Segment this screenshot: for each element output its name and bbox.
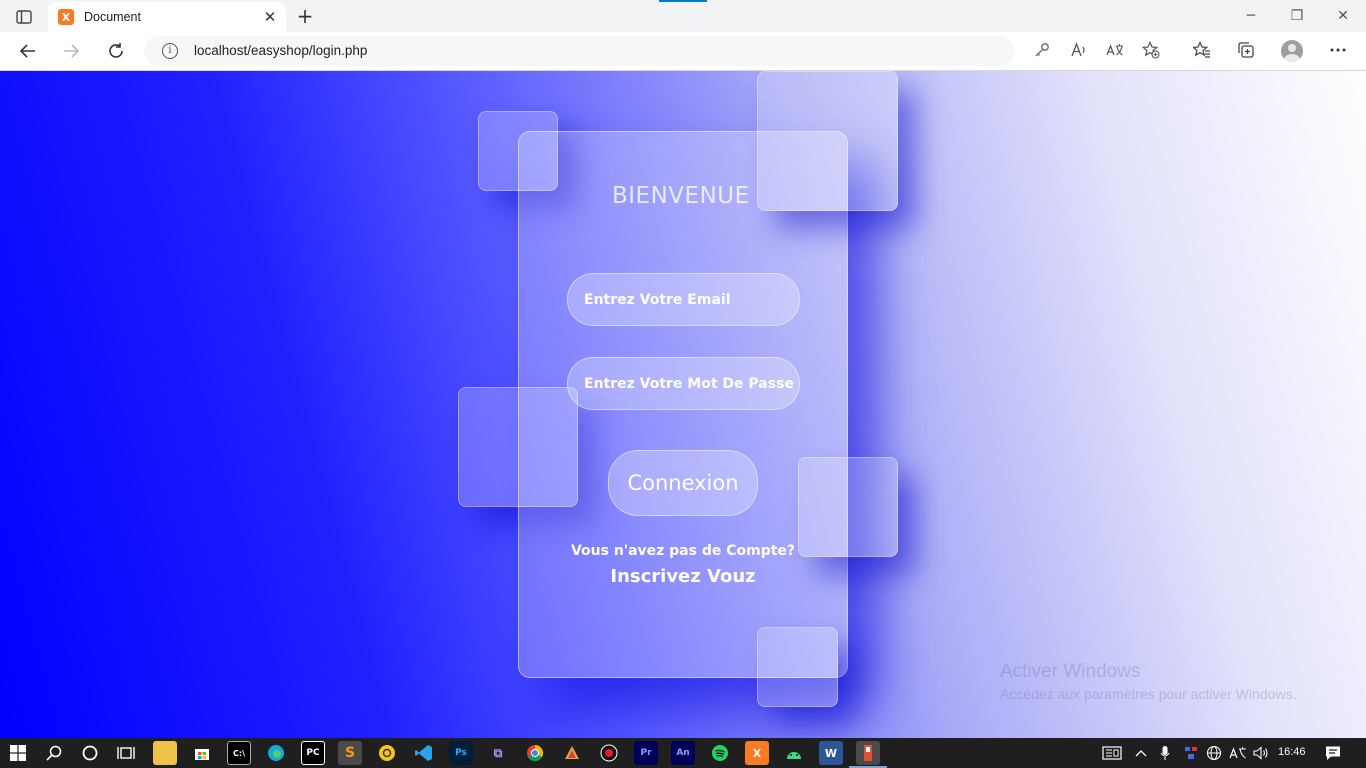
news-icon[interactable] xyxy=(1100,743,1124,763)
watermark-subtitle: Accédez aux paramètres pour activer Wind… xyxy=(1000,686,1297,702)
key-icon[interactable] xyxy=(1030,38,1054,62)
activation-watermark: Activer Windows Accédez aux paramètres p… xyxy=(1000,661,1296,702)
decorative-square xyxy=(757,627,838,707)
git-icon[interactable] xyxy=(560,741,584,765)
input-language-icon[interactable] xyxy=(1228,743,1248,763)
refresh-icon[interactable] xyxy=(101,37,131,65)
close-tab-icon[interactable]: ✕ xyxy=(260,7,280,27)
globe-icon[interactable] xyxy=(1204,743,1224,763)
tab-bar: X Document ✕ + ─ ❐ ✕ xyxy=(0,0,1366,32)
signup-link[interactable]: Inscrivez Vouz xyxy=(518,566,848,587)
url-text[interactable]: localhost/easyshop/login.php xyxy=(194,43,367,58)
page-title: BIENVENUE xyxy=(612,183,750,209)
windows-start-icon[interactable] xyxy=(6,741,30,765)
tab-title: Document xyxy=(84,10,141,24)
nav-bar: i localhost/easyshop/login.php xyxy=(0,32,1366,71)
close-window-icon[interactable]: ✕ xyxy=(1320,0,1366,32)
search-icon[interactable] xyxy=(42,741,66,765)
chrome-icon[interactable] xyxy=(523,741,547,765)
address-bar[interactable]: i localhost/easyshop/login.php xyxy=(144,36,1014,66)
store-icon[interactable] xyxy=(190,741,214,765)
premiere-icon[interactable]: Pr xyxy=(634,741,658,765)
no-account-text: Vous n'avez pas de Compte? xyxy=(570,543,796,559)
pycharm-icon[interactable]: PC xyxy=(301,741,325,765)
login-button[interactable]: Connexion xyxy=(608,450,758,516)
xampp-icon[interactable]: X xyxy=(745,741,769,765)
animate-icon[interactable]: An xyxy=(671,741,695,765)
back-arrow-icon[interactable] xyxy=(13,37,43,65)
cmd-icon[interactable]: C:\ xyxy=(227,741,251,765)
volume-icon[interactable] xyxy=(1251,743,1271,763)
email-field[interactable] xyxy=(567,273,800,326)
android-studio-icon[interactable] xyxy=(782,741,806,765)
edge-icon[interactable] xyxy=(264,741,288,765)
decorative-square xyxy=(757,71,898,211)
visual-studio-icon[interactable]: ⧉ xyxy=(486,741,510,765)
network-status-icon[interactable] xyxy=(1180,743,1202,763)
chevron-up-icon[interactable] xyxy=(1132,743,1150,763)
read-aloud-icon[interactable] xyxy=(1067,38,1091,62)
file-explorer-icon[interactable] xyxy=(153,741,177,765)
collections-icon[interactable] xyxy=(1234,38,1258,62)
accent-strip xyxy=(659,0,707,2)
xampp-favicon-icon: X xyxy=(58,9,74,25)
restore-icon[interactable]: ❐ xyxy=(1274,0,1320,32)
profile-avatar[interactable] xyxy=(1281,40,1303,62)
forward-arrow-icon[interactable] xyxy=(56,37,86,65)
more-options-icon[interactable] xyxy=(1326,38,1350,62)
browser-tab[interactable]: X Document ✕ xyxy=(48,2,286,32)
tab-actions-icon[interactable] xyxy=(10,7,38,27)
recorder-icon[interactable] xyxy=(597,741,621,765)
favorites-icon[interactable] xyxy=(1190,38,1214,62)
cortana-icon[interactable] xyxy=(78,741,102,765)
add-favorite-icon[interactable] xyxy=(1139,38,1163,62)
word-icon[interactable]: W xyxy=(819,741,843,765)
minimize-icon[interactable]: ─ xyxy=(1228,0,1274,32)
vscode-icon[interactable] xyxy=(412,741,436,765)
microphone-icon[interactable] xyxy=(1156,743,1174,763)
new-tab-button[interactable]: + xyxy=(292,4,318,28)
spotify-icon[interactable] xyxy=(708,741,732,765)
password-field[interactable] xyxy=(567,357,800,410)
photoshop-icon[interactable]: Ps xyxy=(449,741,473,765)
site-info-icon[interactable]: i xyxy=(162,43,178,59)
notifications-icon[interactable] xyxy=(1322,743,1344,763)
flash-icon[interactable] xyxy=(856,741,880,765)
decorative-square xyxy=(798,457,898,557)
task-view-icon[interactable] xyxy=(114,741,138,765)
taskbar: C:\ PC S Ps ⧉ Pr An X W 16:46 xyxy=(0,738,1366,768)
watermark-title: Activer Windows xyxy=(1000,661,1141,682)
translate-icon[interactable] xyxy=(1103,38,1127,62)
sublime-icon[interactable]: S xyxy=(338,741,362,765)
clock[interactable]: 16:46 xyxy=(1278,746,1306,758)
postman-icon[interactable] xyxy=(375,741,399,765)
